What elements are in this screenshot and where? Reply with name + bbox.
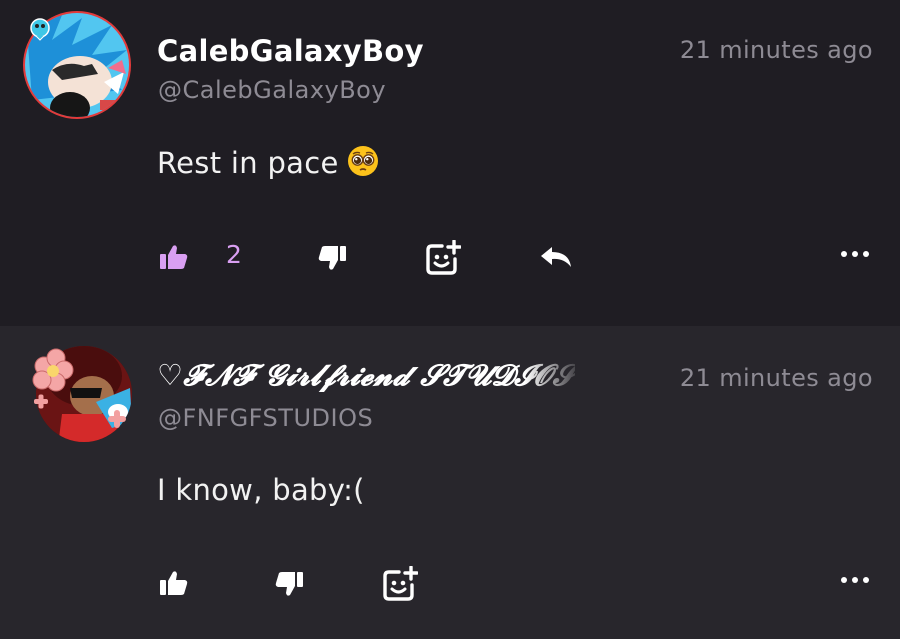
like-count: 2 <box>226 240 242 269</box>
pleading-face-emoji <box>347 145 379 184</box>
more-options-button[interactable] <box>840 250 870 258</box>
reply-button[interactable] <box>540 246 572 268</box>
thumbs-up-icon <box>160 570 188 596</box>
dislike-button[interactable] <box>318 245 346 271</box>
add-reaction-icon <box>382 566 418 602</box>
reply-arrow-icon <box>540 246 572 268</box>
dislike-button[interactable] <box>275 571 303 597</box>
avatar[interactable] <box>22 10 132 120</box>
thumbs-up-icon <box>160 244 188 270</box>
comment-text: Rest in pace <box>157 145 379 184</box>
like-button[interactable] <box>160 244 188 270</box>
comment-text: I know, baby:( <box>157 473 365 507</box>
add-reaction-button[interactable] <box>382 566 418 602</box>
like-button[interactable] <box>160 570 188 596</box>
more-options-icon <box>840 576 870 584</box>
user-handle[interactable]: @FNFGFSTUDIOS <box>158 404 373 432</box>
comment-text-content: Rest in pace <box>157 146 339 180</box>
more-options-button[interactable] <box>840 576 870 584</box>
more-options-icon <box>840 250 870 258</box>
comment-card: ♡𝓕𝓝𝓕 𝓖𝓲𝓻𝓵𝓯𝓻𝓲𝓮𝓷𝓭 𝓢𝓣𝓤𝓓𝓘𝓞𝓢 @FNFGFSTUDIOS 21… <box>0 326 900 639</box>
add-reaction-button[interactable] <box>425 240 461 276</box>
display-name[interactable]: CalebGalaxyBoy <box>157 34 424 68</box>
display-name[interactable]: ♡𝓕𝓝𝓕 𝓖𝓲𝓻𝓵𝓯𝓻𝓲𝓮𝓷𝓭 𝓢𝓣𝓤𝓓𝓘𝓞𝓢 <box>157 358 575 393</box>
comment-card: CalebGalaxyBoy @CalebGalaxyBoy 21 minute… <box>0 0 900 326</box>
timestamp: 21 minutes ago <box>679 36 873 64</box>
thumbs-down-icon <box>318 245 346 271</box>
timestamp: 21 minutes ago <box>679 364 873 392</box>
comment-feed: CalebGalaxyBoy @CalebGalaxyBoy 21 minute… <box>0 0 900 639</box>
add-reaction-icon <box>425 240 461 276</box>
user-handle[interactable]: @CalebGalaxyBoy <box>158 76 386 104</box>
avatar[interactable] <box>22 336 132 446</box>
thumbs-down-icon <box>275 571 303 597</box>
